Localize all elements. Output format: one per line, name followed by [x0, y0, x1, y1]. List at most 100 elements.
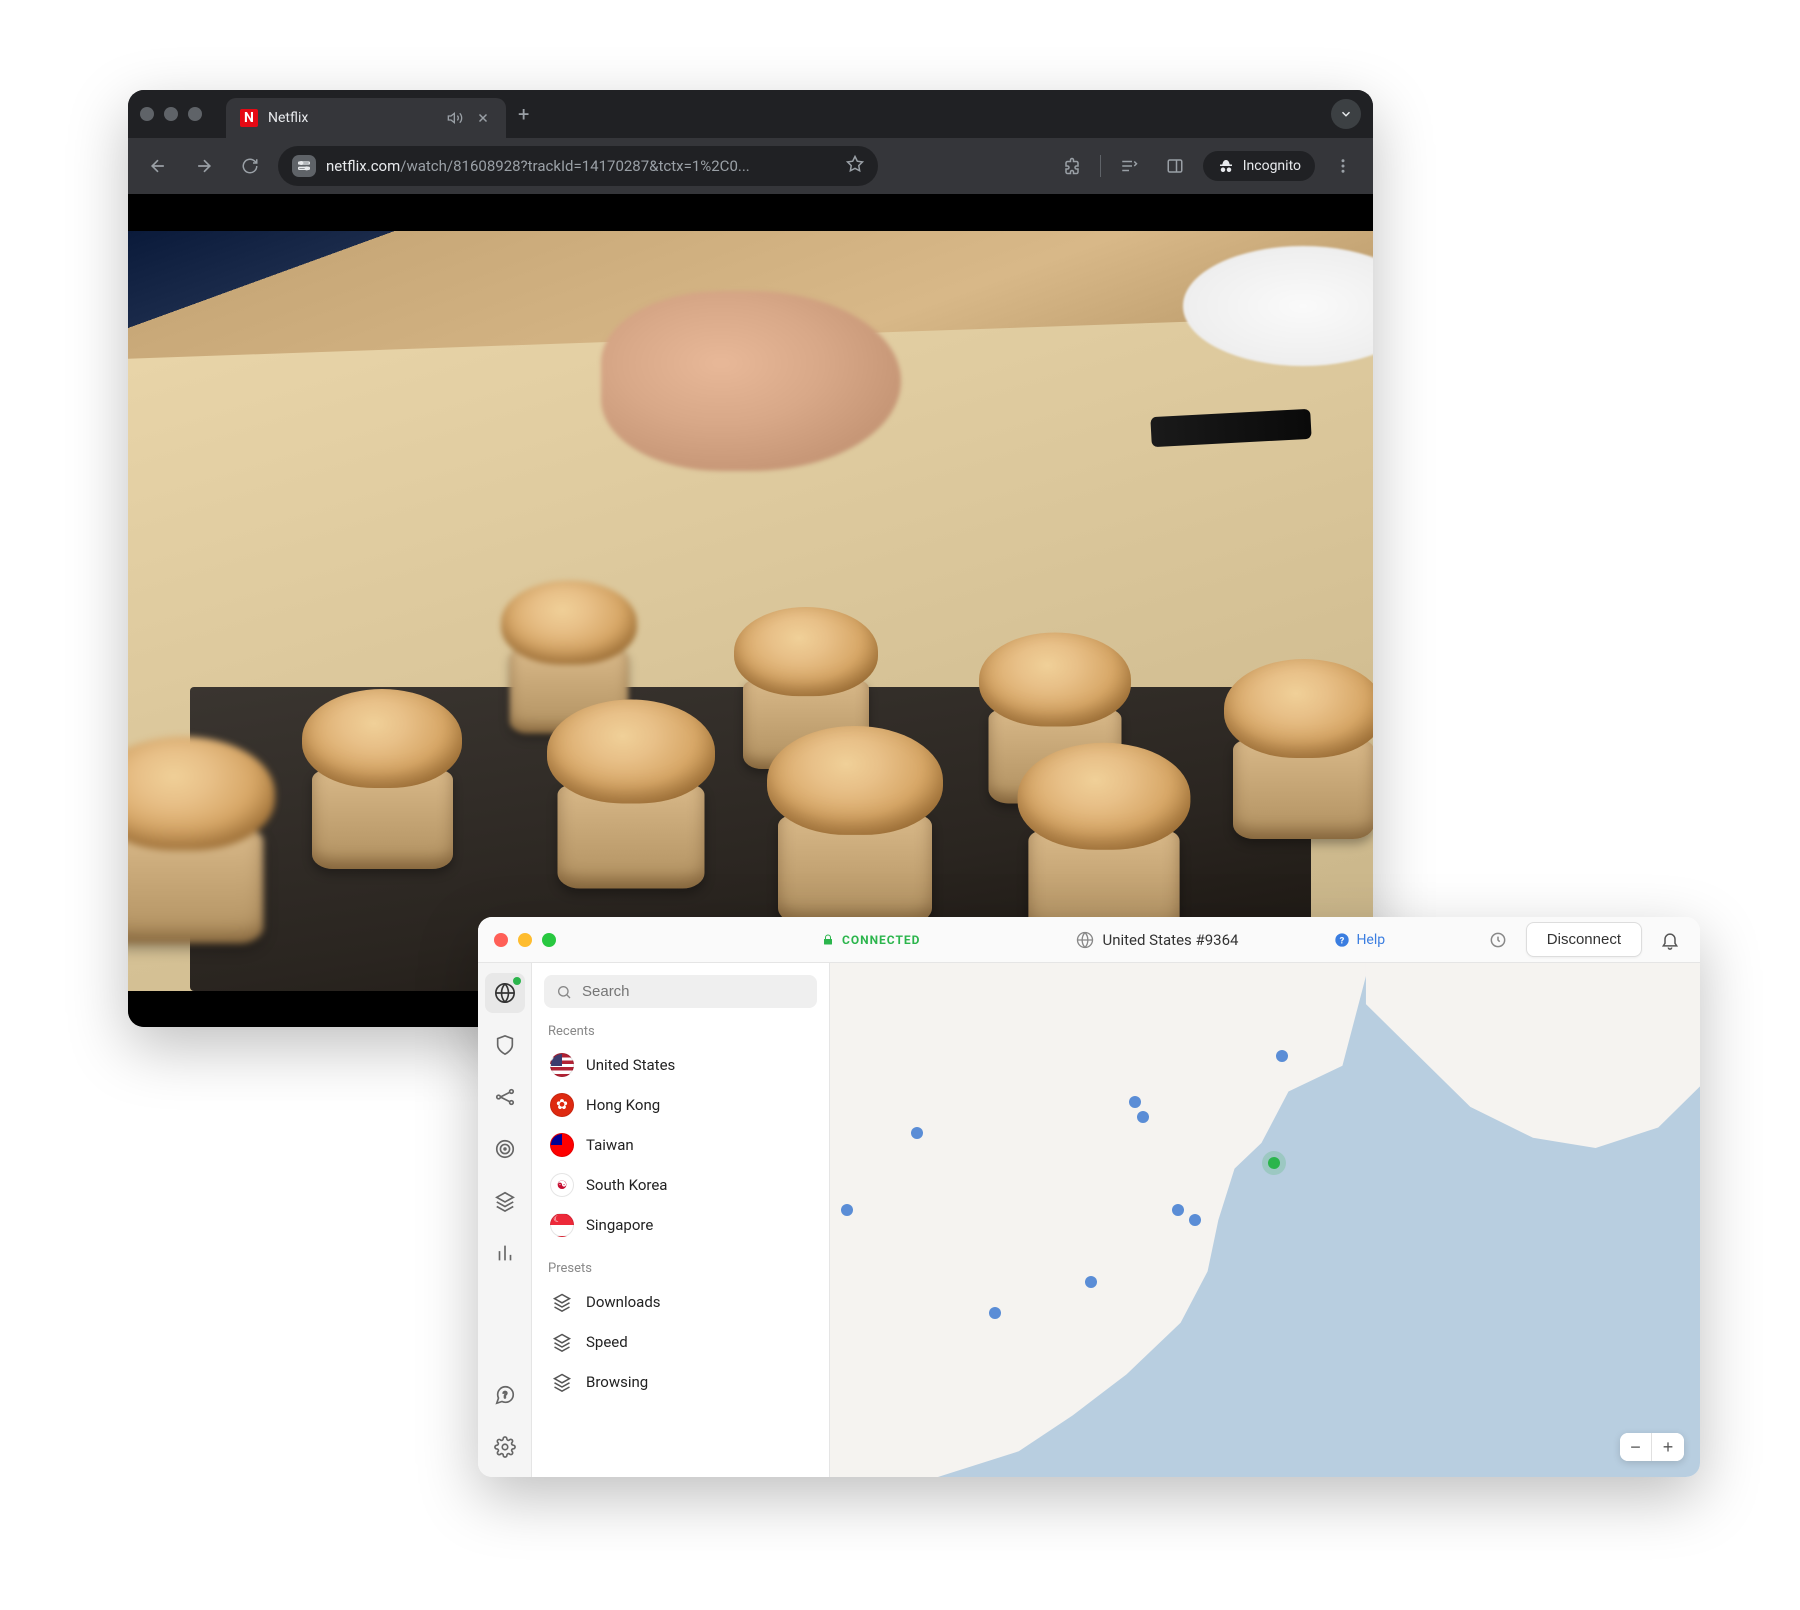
flag-kr-icon: [550, 1173, 574, 1197]
incognito-label: Incognito: [1243, 158, 1301, 174]
help-icon: ?: [1334, 932, 1350, 948]
extensions-icon[interactable]: [1054, 148, 1090, 184]
site-info-icon[interactable]: [292, 155, 316, 177]
recents-header: Recents: [548, 1024, 817, 1039]
nav-reload-button[interactable]: [232, 148, 268, 184]
window-maximize-dot[interactable]: [188, 107, 202, 121]
url-path: /watch/81608928?trackId=14170287&tctx=1%…: [400, 157, 749, 175]
map-zoom-controls: − +: [1620, 1433, 1684, 1461]
tab-mute-icon[interactable]: [446, 109, 464, 127]
vpn-titlebar: CONNECTED United States #9364 ? Help Dis…: [478, 917, 1700, 963]
country-label: Hong Kong: [586, 1096, 660, 1114]
map-server-dot[interactable]: [1172, 1204, 1184, 1216]
vpn-window-minimize[interactable]: [518, 933, 532, 947]
map-server-dot[interactable]: [1085, 1276, 1097, 1288]
country-label: South Korea: [586, 1176, 667, 1194]
vpn-disconnect-button[interactable]: Disconnect: [1526, 922, 1642, 957]
incognito-icon: [1217, 157, 1235, 175]
layers-icon: [550, 1290, 574, 1314]
preset-label: Speed: [586, 1333, 628, 1351]
layers-icon: [550, 1370, 574, 1394]
recent-country-hong-kong[interactable]: Hong Kong: [544, 1085, 817, 1125]
help-label: Help: [1356, 932, 1385, 948]
preset-downloads[interactable]: Downloads: [544, 1282, 817, 1322]
presets-header: Presets: [548, 1261, 817, 1276]
zoom-in-button[interactable]: +: [1652, 1433, 1684, 1461]
sidebar-countries-icon[interactable]: [485, 973, 525, 1013]
vpn-search-box[interactable]: [544, 975, 817, 1008]
browser-titlebar: N Netflix +: [128, 90, 1373, 138]
url-domain: netflix.com: [326, 157, 400, 175]
nav-back-button[interactable]: [140, 148, 176, 184]
window-minimize-dot[interactable]: [164, 107, 178, 121]
address-bar[interactable]: netflix.com/watch/81608928?trackId=14170…: [278, 146, 878, 186]
new-tab-button[interactable]: +: [518, 102, 529, 126]
map-server-dot[interactable]: [989, 1307, 1001, 1319]
toolbar-right: Incognito: [1054, 148, 1361, 184]
sidebar-radar-icon[interactable]: [485, 1129, 525, 1169]
vpn-help-link[interactable]: ? Help: [1334, 932, 1385, 948]
bookmark-star-icon[interactable]: [846, 155, 864, 177]
tab-close-icon[interactable]: [474, 109, 492, 127]
search-input[interactable]: [582, 983, 805, 1000]
vpn-current-server[interactable]: United States #9364: [1076, 931, 1238, 949]
recent-country-united-states[interactable]: United States: [544, 1045, 817, 1085]
map-server-dot[interactable]: [1189, 1214, 1201, 1226]
layers-icon: [550, 1330, 574, 1354]
flag-sg-icon: [550, 1213, 574, 1237]
window-traffic-lights: [140, 107, 202, 121]
svg-text:?: ?: [1340, 935, 1345, 946]
globe-icon: [1076, 931, 1094, 949]
flag-hk-icon: [550, 1093, 574, 1117]
vpn-app-window: CONNECTED United States #9364 ? Help Dis…: [478, 917, 1700, 1477]
sidebar-shield-icon[interactable]: [485, 1025, 525, 1065]
vpn-map[interactable]: − +: [830, 963, 1700, 1477]
preset-label: Browsing: [586, 1373, 648, 1391]
map-server-dot[interactable]: [841, 1204, 853, 1216]
sidebar-support-icon[interactable]: ?: [485, 1375, 525, 1415]
map-server-dot[interactable]: [1137, 1111, 1149, 1123]
sidebar-stats-icon[interactable]: [485, 1233, 525, 1273]
vpn-window-maximize[interactable]: [542, 933, 556, 947]
map-server-dot-connected[interactable]: [1268, 1157, 1280, 1169]
map-server-dot[interactable]: [1129, 1096, 1141, 1108]
map-server-dot[interactable]: [911, 1127, 923, 1139]
recent-country-south-korea[interactable]: South Korea: [544, 1165, 817, 1205]
sidebar-presets-icon[interactable]: [485, 1181, 525, 1221]
nav-forward-button[interactable]: [186, 148, 222, 184]
vpn-refresh-button[interactable]: [1484, 926, 1512, 954]
vpn-connection-status: CONNECTED: [822, 933, 920, 947]
preset-label: Downloads: [586, 1293, 661, 1311]
reading-list-icon[interactable]: [1111, 148, 1147, 184]
browser-tab-netflix[interactable]: N Netflix: [226, 98, 506, 138]
incognito-indicator[interactable]: Incognito: [1203, 151, 1315, 181]
video-frame: [128, 231, 1373, 991]
vpn-traffic-lights: [494, 933, 556, 947]
url-text: netflix.com/watch/81608928?trackId=14170…: [326, 157, 836, 175]
toolbar-separator: [1100, 155, 1101, 177]
video-player-area[interactable]: [128, 194, 1373, 1027]
status-text: CONNECTED: [842, 933, 920, 947]
vpn-body: ? Recents United States Hong Kong Taiwan…: [478, 963, 1700, 1477]
country-label: Taiwan: [586, 1136, 634, 1154]
vpn-window-close[interactable]: [494, 933, 508, 947]
sidebar-settings-icon[interactable]: [485, 1427, 525, 1467]
recent-country-taiwan[interactable]: Taiwan: [544, 1125, 817, 1165]
flag-us-icon: [550, 1053, 574, 1077]
window-close-dot[interactable]: [140, 107, 154, 121]
chrome-menu-icon[interactable]: [1325, 148, 1361, 184]
svg-text:?: ?: [502, 1391, 506, 1401]
recent-country-singapore[interactable]: Singapore: [544, 1205, 817, 1245]
sidebar-mesh-icon[interactable]: [485, 1077, 525, 1117]
vpn-sidebar: ?: [478, 963, 532, 1477]
preset-browsing[interactable]: Browsing: [544, 1362, 817, 1402]
netflix-favicon: N: [240, 109, 258, 127]
preset-speed[interactable]: Speed: [544, 1322, 817, 1362]
notifications-bell-icon[interactable]: [1656, 926, 1684, 954]
zoom-out-button[interactable]: −: [1620, 1433, 1652, 1461]
side-panel-icon[interactable]: [1157, 148, 1193, 184]
lock-icon: [822, 934, 834, 946]
flag-tw-icon: [550, 1133, 574, 1157]
tabs-dropdown-button[interactable]: [1331, 99, 1361, 129]
map-server-dot[interactable]: [1276, 1050, 1288, 1062]
